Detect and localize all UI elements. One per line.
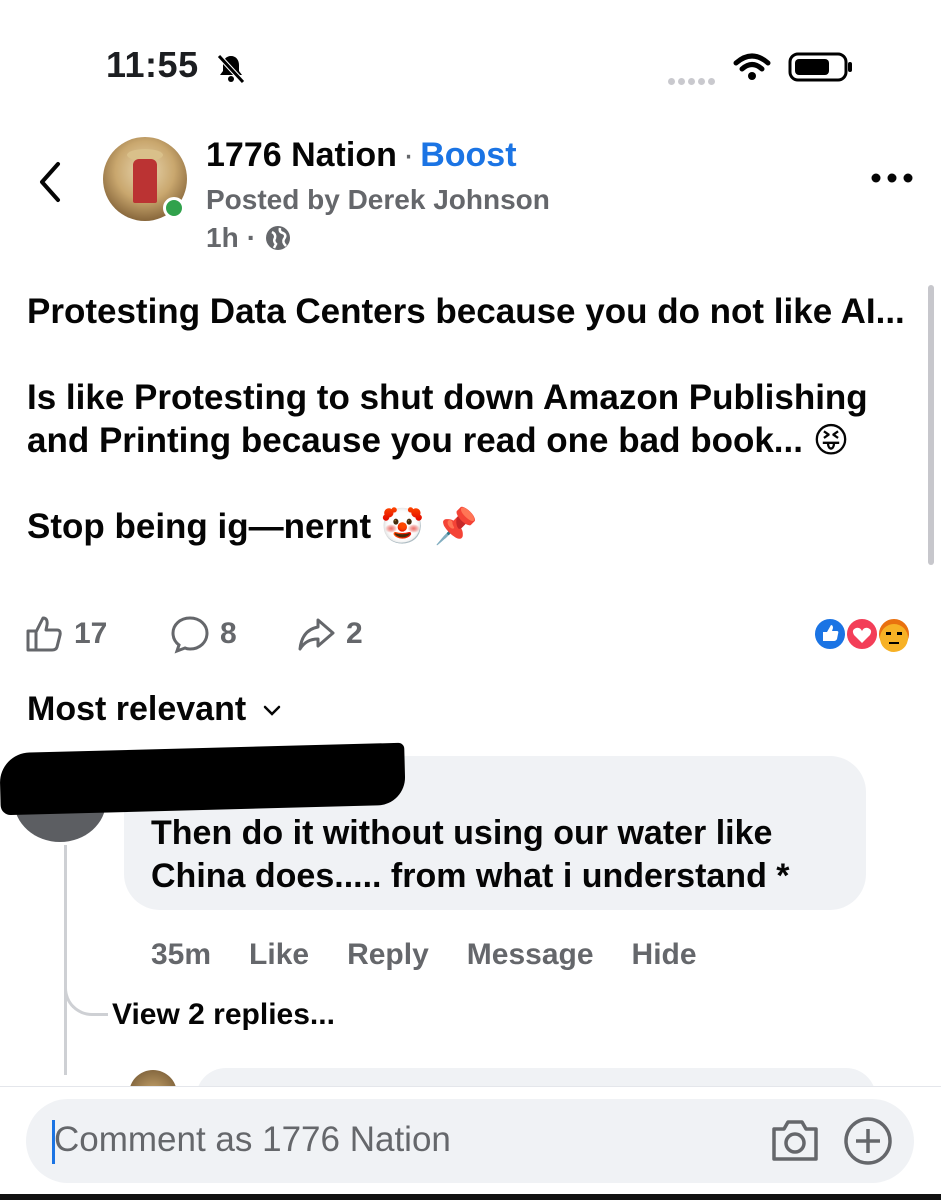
globe-icon[interactable] [264,224,292,252]
comment-like-button[interactable]: Like [249,938,309,972]
love-icon [845,617,879,651]
redaction-mark [0,742,406,816]
comment-button[interactable]: 8 [170,614,237,654]
comment-time: 35m [151,938,212,971]
comment-reply-button[interactable]: Reply [347,938,429,972]
thumbs-up-icon [26,616,62,652]
online-status-dot [163,197,185,219]
post-time[interactable]: 1h [206,222,239,254]
page-name-link[interactable]: 1776 Nation [206,136,397,174]
boost-link[interactable]: Boost [420,136,516,174]
comment-input-placeholder[interactable]: Comment as 1776 Nation [54,1120,451,1160]
scrollbar[interactable] [928,285,934,565]
bell-muted-icon [217,54,245,84]
add-attachment-icon[interactable] [842,1115,894,1167]
post-text: Protesting Data Centers because you do n… [27,292,905,546]
comment-sort-dropdown[interactable]: Most relevant [27,690,284,729]
comment-hide-button[interactable]: Hide [632,938,697,972]
sort-label: Most relevant [27,690,247,728]
comment-message-button[interactable]: Message [467,938,594,972]
text-caret [52,1120,55,1164]
share-button[interactable]: 2 [296,614,363,654]
comment-actions: 35m Like Reply Message Hide [151,938,697,972]
comment-text: Then do it without using our water like … [151,814,790,895]
posted-by-label[interactable]: Posted by Derek Johnson [206,184,550,216]
share-count: 2 [346,617,363,650]
meta-separator: · [246,222,257,253]
share-arrow-icon [298,618,335,651]
back-chevron-icon[interactable] [34,160,68,204]
angry-icon [877,617,911,652]
comment-bubble-icon [171,616,209,654]
more-options-icon[interactable] [870,168,914,188]
reaction-summary[interactable] [814,616,918,652]
camera-icon[interactable] [770,1117,820,1163]
bottom-edge [0,1194,941,1200]
view-replies-link[interactable]: View 2 replies... [112,998,335,1032]
like-icon [814,617,847,651]
signal-dots-icon [668,72,718,90]
thread-connector [64,960,108,1016]
separator: · [402,136,415,174]
chevron-down-icon [263,705,281,716]
post-header-title: 1776 Nation · Boost [206,136,517,175]
like-button[interactable]: 17 [24,614,107,654]
post-meta: 1h · [206,222,292,254]
battery-icon [788,52,852,82]
wifi-icon [733,53,771,80]
comment-count: 8 [220,617,237,650]
status-time: 11:55 [106,44,199,85]
like-count: 17 [74,617,108,650]
